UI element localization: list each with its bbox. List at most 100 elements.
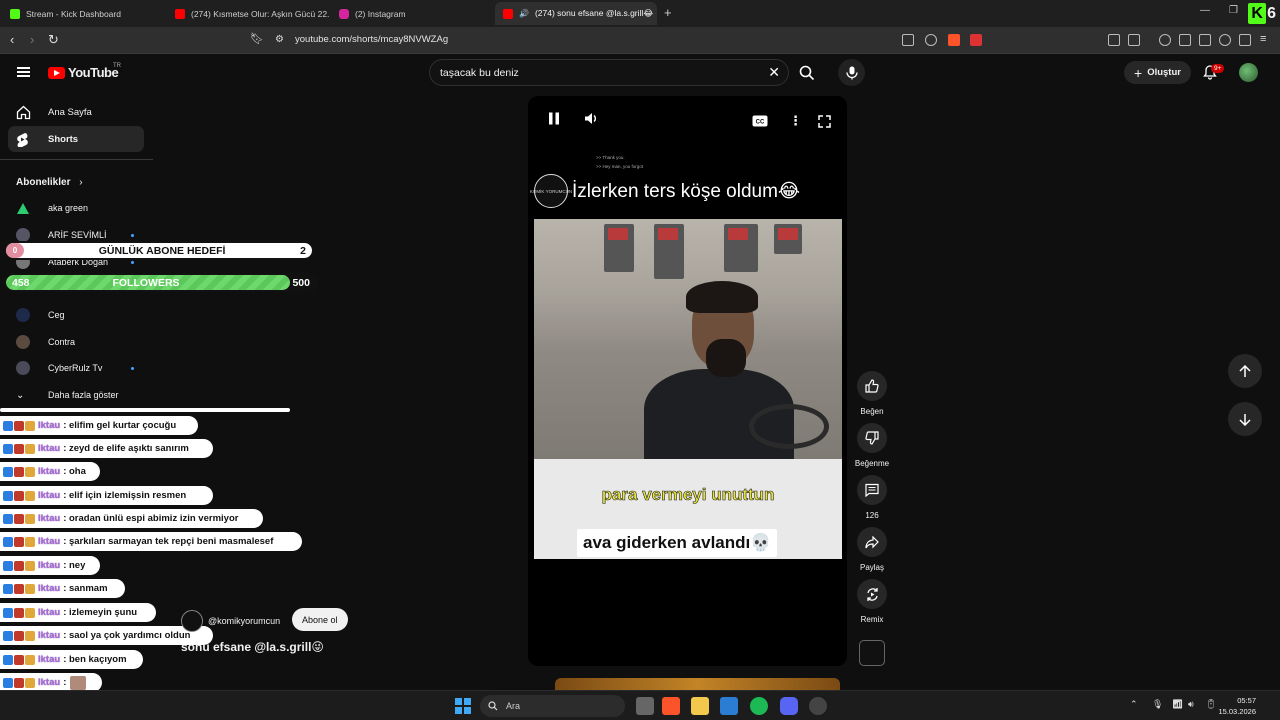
- wallet-icon[interactable]: [1199, 34, 1211, 46]
- short-channel-row[interactable]: @komikyorumcun: [181, 610, 280, 632]
- next-short-preview[interactable]: [555, 678, 840, 690]
- tab-current-short[interactable]: 🔊 (274) sonu efsane @la.s.grill😂 ✕: [495, 2, 657, 25]
- search-button[interactable]: [790, 59, 824, 86]
- account-avatar[interactable]: [1239, 63, 1258, 82]
- chat-username[interactable]: lktau: [38, 630, 60, 641]
- chat-username[interactable]: lktau: [38, 607, 60, 618]
- remix-button[interactable]: [857, 579, 887, 609]
- url-field[interactable]: youtube.com/shorts/mcay8NVWZAg: [295, 34, 448, 45]
- sidebar-item-shorts[interactable]: Shorts: [8, 126, 144, 152]
- moderator-badge-icon: [14, 630, 24, 641]
- chat-username[interactable]: lktau: [38, 560, 60, 571]
- speaker-tray-icon[interactable]: 🔊︎: [1188, 699, 1194, 710]
- sidebar-show-more[interactable]: ⌄ Daha fazla göster: [16, 385, 146, 405]
- system-clock[interactable]: 05:57 15.03.2026: [1218, 695, 1256, 717]
- task-view-icon[interactable]: [636, 697, 654, 715]
- mail-icon[interactable]: [720, 697, 738, 715]
- fullscreen-icon[interactable]: [818, 115, 831, 133]
- sound-thumbnail[interactable]: [859, 640, 885, 666]
- new-tab-button[interactable]: +: [664, 5, 672, 20]
- mic-tray-icon[interactable]: 🎙︎: [1152, 699, 1163, 710]
- screenshot-icon[interactable]: [1128, 34, 1140, 46]
- like-button[interactable]: [857, 371, 887, 401]
- taskbar-search[interactable]: Ara: [480, 695, 625, 717]
- channel-avatar[interactable]: [181, 610, 203, 632]
- search-input[interactable]: taşacak bu deniz: [440, 67, 519, 79]
- dislike-action[interactable]: Beğenme: [855, 423, 889, 468]
- reload-icon[interactable]: ↻: [48, 32, 59, 48]
- sidebar-sub-contra[interactable]: Contra: [16, 332, 146, 352]
- voice-search-button[interactable]: [838, 59, 865, 86]
- file-explorer-icon[interactable]: [691, 697, 709, 715]
- share-button[interactable]: [857, 527, 887, 557]
- remix-action[interactable]: Remix: [857, 579, 887, 624]
- shorts-player[interactable]: CC ⋮ >> Thank you. >> Hey man, you forgo…: [528, 96, 847, 666]
- create-button[interactable]: + Oluştur: [1124, 61, 1191, 84]
- chat-username[interactable]: lktau: [38, 677, 60, 688]
- chat-username[interactable]: lktau: [38, 420, 60, 431]
- search-box[interactable]: taşacak bu deniz ✕: [429, 59, 789, 86]
- forward-icon[interactable]: ›: [30, 32, 34, 47]
- obs-icon[interactable]: [809, 697, 827, 715]
- battery-icon[interactable]: 🔋︎: [1205, 699, 1216, 710]
- comments-action[interactable]: 126: [857, 475, 887, 520]
- chat-username[interactable]: lktau: [38, 654, 60, 665]
- share-icon[interactable]: [925, 34, 937, 46]
- vpn-icon[interactable]: [1239, 34, 1251, 46]
- share-action[interactable]: Paylaş: [857, 527, 887, 572]
- tab-kismetse-olur[interactable]: (274) Kısmetse Olur: Aşkın Gücü 22. E: [167, 2, 329, 25]
- chat-username[interactable]: lktau: [38, 583, 60, 594]
- dislike-button[interactable]: [857, 423, 887, 453]
- chat-username[interactable]: lktau: [38, 490, 60, 501]
- bookmark-icon[interactable]: 🔖︎: [250, 32, 264, 45]
- chat-username[interactable]: lktau: [38, 513, 60, 524]
- guide-menu-icon[interactable]: [17, 67, 30, 77]
- chat-username[interactable]: lktau: [38, 466, 60, 477]
- youtube-logo[interactable]: YouTube: [48, 65, 119, 80]
- next-short-button[interactable]: [1228, 402, 1262, 436]
- minimize-icon[interactable]: —: [1200, 5, 1210, 16]
- restore-icon[interactable]: ❐: [1229, 5, 1238, 16]
- spotify-icon[interactable]: [750, 697, 768, 715]
- brave-rewards-icon[interactable]: [970, 34, 982, 46]
- start-button[interactable]: [455, 698, 471, 714]
- captions-icon[interactable]: CC: [752, 114, 768, 132]
- brave-browser-icon[interactable]: [662, 697, 680, 715]
- brave-shield-icon[interactable]: [948, 34, 960, 46]
- sidebar-sub-ceg[interactable]: Ceg: [16, 305, 146, 325]
- wifi-icon[interactable]: 📶︎: [1172, 699, 1183, 710]
- chat-text: : oha: [63, 466, 86, 477]
- chat-message: lktau: ney: [0, 556, 100, 575]
- like-action[interactable]: Beğen: [857, 371, 887, 416]
- music-icon[interactable]: [1159, 34, 1171, 46]
- back-icon[interactable]: ‹: [10, 32, 14, 47]
- tray-chevron-icon[interactable]: ⌃: [1130, 699, 1138, 710]
- subscribe-button[interactable]: Abone ol: [292, 608, 348, 631]
- chat-text: : elif için izlemişsin resmen: [63, 490, 187, 501]
- chat-username[interactable]: lktau: [38, 443, 60, 454]
- more-options-icon[interactable]: ⋮: [789, 113, 802, 129]
- sidebar-icon[interactable]: [1179, 34, 1191, 46]
- clear-search-icon[interactable]: ✕: [768, 64, 780, 81]
- volume-icon[interactable]: [584, 112, 598, 130]
- chat-text: : izlemeyin şunu: [63, 607, 138, 618]
- leo-ai-icon[interactable]: [1219, 34, 1231, 46]
- extensions-icon[interactable]: [1108, 34, 1120, 46]
- site-info-icon[interactable]: ⚙︎: [275, 34, 284, 45]
- verified-badge-icon: [3, 677, 13, 688]
- comments-button[interactable]: [857, 475, 887, 505]
- channel-handle[interactable]: @komikyorumcun: [208, 616, 280, 626]
- sidebar-sub-aka-green[interactable]: aka green: [16, 198, 146, 218]
- tab-instagram[interactable]: (2) Instagram: [331, 2, 493, 25]
- goal-title: GÜNLÜK ABONE HEDEFİ: [98, 244, 226, 257]
- previous-short-button[interactable]: [1228, 354, 1262, 388]
- discord-icon[interactable]: [780, 697, 798, 715]
- chat-username[interactable]: lktau: [38, 536, 60, 547]
- cast-icon[interactable]: [902, 34, 914, 46]
- sidebar-item-home[interactable]: Ana Sayfa: [8, 99, 144, 125]
- subscriptions-heading[interactable]: Abonelikler ›: [16, 177, 83, 188]
- tab-kick-dashboard[interactable]: Stream - Kick Dashboard: [2, 2, 167, 25]
- sidebar-sub-cyberrulz[interactable]: CyberRulz Tv: [16, 358, 146, 378]
- pause-icon[interactable]: [548, 112, 560, 130]
- menu-icon[interactable]: ≡: [1260, 33, 1266, 45]
